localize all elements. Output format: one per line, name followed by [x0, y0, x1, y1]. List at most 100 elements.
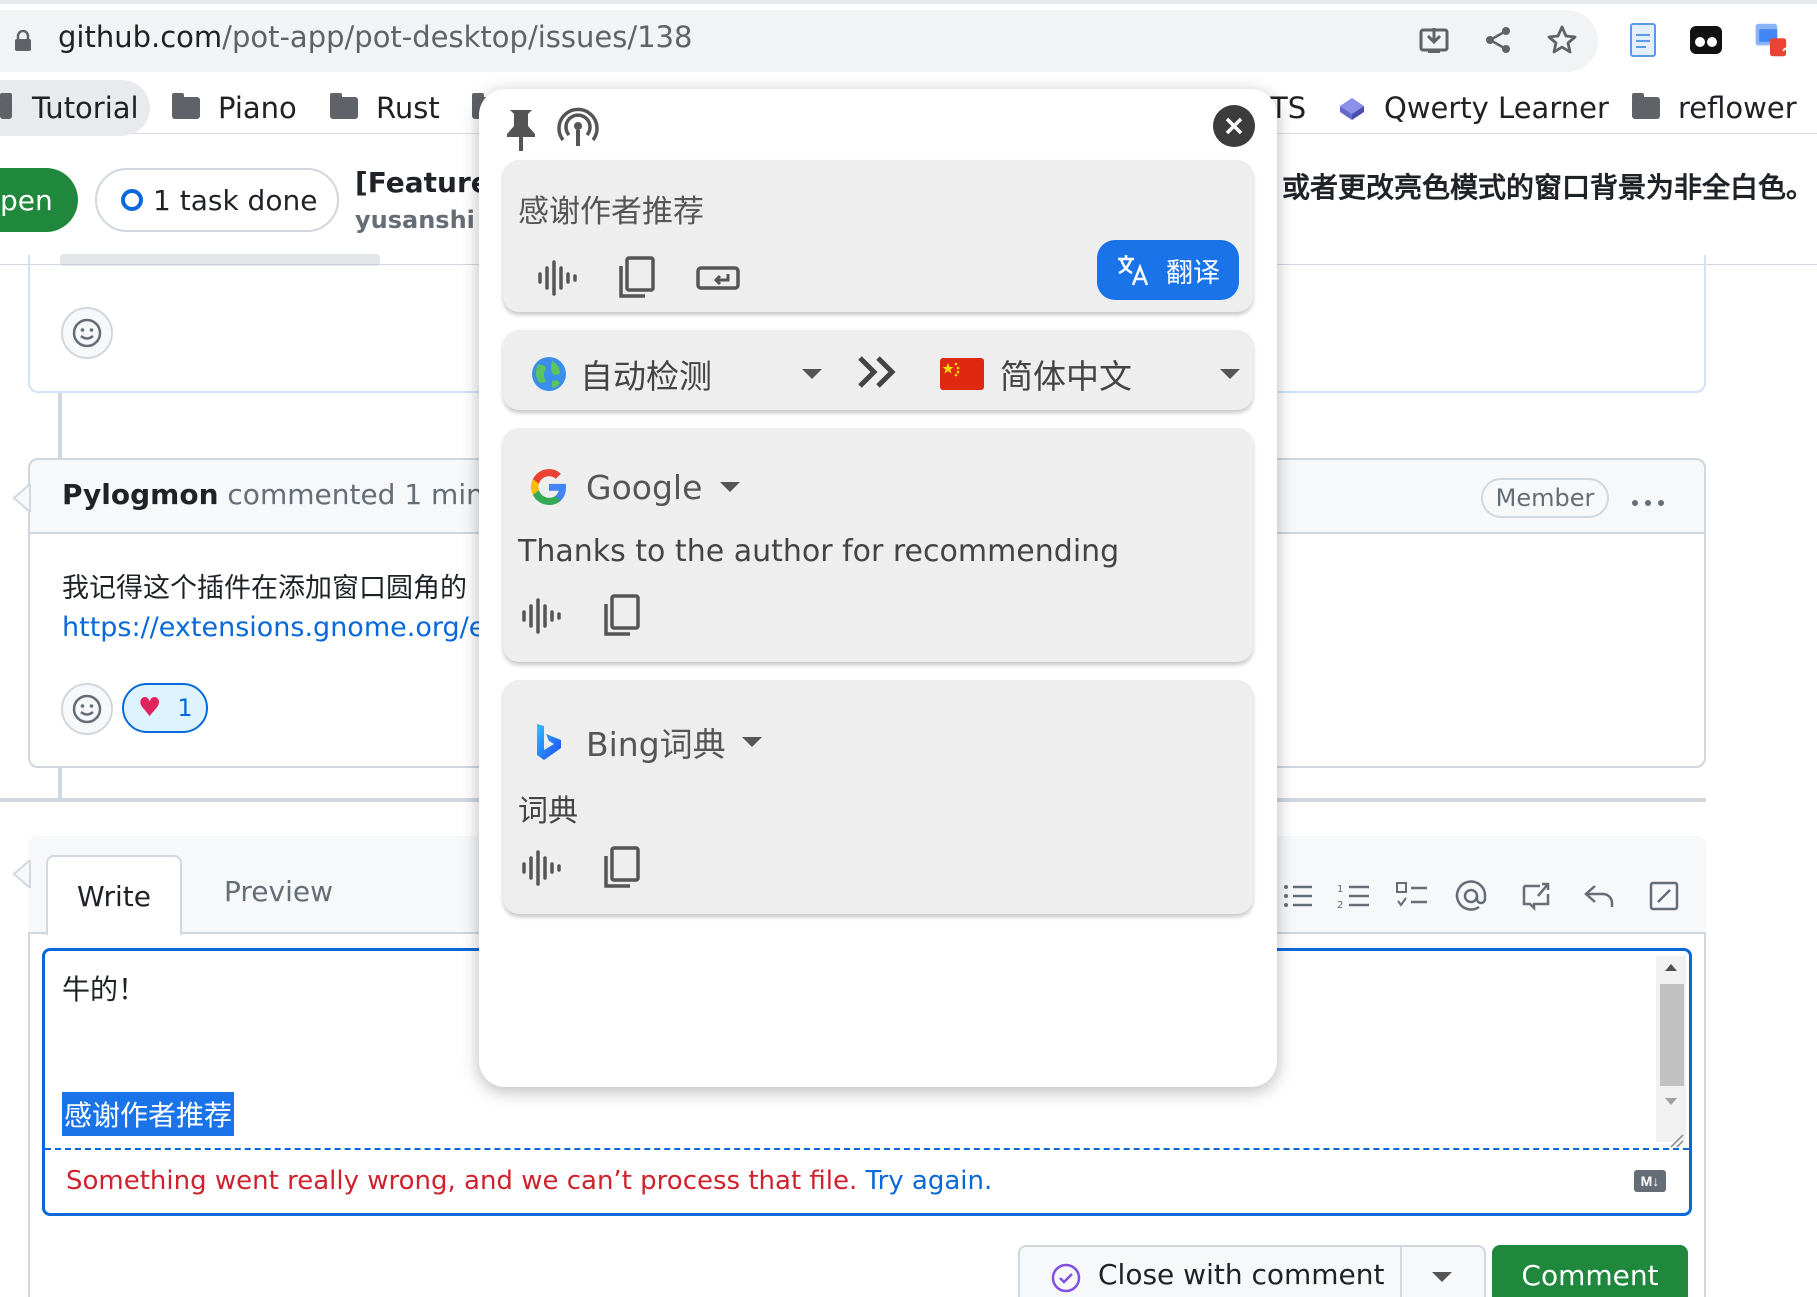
tab-preview[interactable]: Preview	[224, 875, 333, 908]
task-progress-icon	[121, 189, 143, 211]
bing-icon	[537, 724, 561, 760]
add-reaction-button[interactable]	[61, 307, 113, 359]
task-list-icon[interactable]	[1392, 876, 1432, 916]
scroll-down-icon[interactable]	[1663, 1096, 1679, 1108]
chevron-down-icon	[741, 737, 762, 747]
install-icon[interactable]	[1416, 22, 1452, 58]
bookmark-tutorial[interactable]: Tutorial	[0, 86, 139, 130]
bookmark-label: reflower	[1678, 91, 1797, 125]
kebab-icon	[1632, 500, 1664, 506]
speak-icon[interactable]	[520, 594, 564, 638]
comment-more-menu[interactable]	[1630, 480, 1666, 517]
url-text[interactable]: github.com/pot-app/pot-desktop/issues/13…	[58, 20, 692, 54]
close-with-comment-label: Close with comment	[1098, 1258, 1385, 1291]
scrollbar-thumb[interactable]	[1660, 984, 1684, 1086]
listen-broadcast-icon[interactable]	[556, 106, 600, 155]
heart-reaction[interactable]: ♥ 1	[122, 683, 208, 733]
issue-closed-icon	[1051, 1263, 1081, 1293]
google-service-select[interactable]: Google	[528, 466, 741, 508]
upload-error-message: Something went really wrong, and we can’…	[66, 1166, 992, 1196]
translation-result[interactable]: Thanks to the author for recommending	[518, 534, 1119, 569]
share-icon[interactable]	[1480, 22, 1516, 58]
upload-dropzone-border	[45, 1148, 1689, 1150]
bookmark-rust[interactable]: Rust	[330, 86, 440, 130]
textarea-line: 牛的！	[62, 973, 147, 1006]
translate-icon	[1118, 255, 1149, 286]
bookmark-label: Rust	[376, 91, 440, 125]
member-badge: Member	[1481, 478, 1609, 518]
issue-title-continued: 或者更改亮色模式的窗口背景为非全白色。	[1282, 171, 1815, 204]
pin-icon[interactable]	[504, 108, 538, 157]
comment-timestamp: commented 1 minut	[218, 478, 513, 511]
close-icon	[1225, 117, 1243, 135]
target-language-select[interactable]: 简体中文	[940, 350, 1240, 398]
svg-text:2: 2	[1337, 900, 1343, 911]
markdown-icon[interactable]: M↓	[1634, 1170, 1666, 1192]
heart-icon: ♥	[138, 693, 162, 723]
ordered-list-icon[interactable]: 12	[1334, 876, 1374, 916]
issue-author[interactable]: yusanshi c	[355, 206, 497, 234]
copy-icon[interactable]	[617, 256, 657, 300]
extension-badge-count: 1	[1781, 44, 1793, 66]
swap-direction-icon[interactable]	[856, 352, 900, 397]
chevron-down-icon	[802, 369, 822, 379]
delete-newline-icon[interactable]	[696, 260, 740, 296]
comment-author[interactable]: Pylogmon	[62, 478, 219, 511]
fullscreen-icon[interactable]	[1644, 876, 1684, 916]
star-icon[interactable]	[1544, 22, 1580, 58]
task-progress-pill[interactable]: 1 task done	[95, 168, 339, 232]
service-name: Google	[586, 467, 703, 507]
copy-icon[interactable]	[602, 846, 642, 890]
bing-service-select[interactable]: Bing词典	[534, 718, 762, 766]
bookmark-qwerty-learner[interactable]: Qwerty Learner	[1336, 86, 1609, 130]
bookmark-label: Qwerty Learner	[1384, 91, 1609, 125]
doc-extension-icon[interactable]	[1625, 22, 1661, 58]
source-language-label: 自动检测	[580, 357, 712, 396]
speak-icon[interactable]	[536, 256, 580, 300]
bookmark-label: Tutorial	[32, 91, 139, 125]
translation-result[interactable]: 词典	[518, 786, 578, 830]
folder-icon	[0, 93, 12, 119]
unordered-list-icon[interactable]	[1278, 876, 1318, 916]
smiley-icon	[72, 318, 102, 348]
folder-icon	[330, 93, 358, 119]
glasses-extension-icon[interactable]	[1688, 22, 1724, 58]
cross-reference-icon[interactable]	[1516, 876, 1556, 916]
translate-button-label: 翻译	[1166, 257, 1220, 289]
try-again-link[interactable]: Try again.	[857, 1166, 993, 1196]
window-top-edge	[0, 0, 1817, 4]
translate-button[interactable]: 翻译	[1097, 240, 1239, 300]
target-language-label: 简体中文	[1000, 357, 1132, 396]
comment-link[interactable]: https://extensions.gnome.org/e	[62, 612, 485, 643]
add-reaction-button[interactable]	[61, 683, 113, 735]
comment-body: 我记得这个插件在添加窗口圆角的	[62, 573, 467, 604]
resize-handle-icon[interactable]	[1668, 1132, 1684, 1148]
bookmark-piano[interactable]: Piano	[172, 86, 297, 130]
task-progress-label: 1 task done	[153, 183, 318, 217]
globe-icon	[532, 357, 566, 391]
source-language-select[interactable]: 自动检测	[530, 350, 822, 398]
close-options-caret[interactable]	[1432, 1272, 1452, 1282]
reply-icon[interactable]	[1579, 876, 1619, 916]
source-text[interactable]: 感谢作者推荐	[518, 186, 704, 231]
copy-icon[interactable]	[602, 594, 642, 638]
lock-icon[interactable]	[14, 30, 32, 52]
url-host: github.com	[58, 20, 223, 54]
folder-icon	[1632, 93, 1660, 119]
error-text: Something went really wrong, and we can’…	[66, 1166, 858, 1196]
bookmark-reflower[interactable]: reflower	[1632, 86, 1797, 130]
selected-text: 感谢作者推荐	[62, 1092, 235, 1136]
mention-icon[interactable]	[1451, 876, 1491, 916]
button-separator	[1400, 1247, 1402, 1297]
close-popup-button[interactable]	[1213, 105, 1255, 147]
keycap-icon	[1340, 98, 1364, 120]
tab-write[interactable]: Write	[46, 855, 182, 935]
timeline-line	[58, 393, 62, 458]
speak-icon[interactable]	[520, 846, 564, 890]
scroll-up-icon[interactable]	[1663, 961, 1679, 973]
comment-button[interactable]: Comment	[1492, 1245, 1688, 1297]
timeline-line	[58, 768, 62, 800]
chevron-down-icon	[1220, 369, 1240, 379]
bookmark-label: Piano	[218, 91, 297, 125]
editor-arrow	[12, 860, 31, 888]
